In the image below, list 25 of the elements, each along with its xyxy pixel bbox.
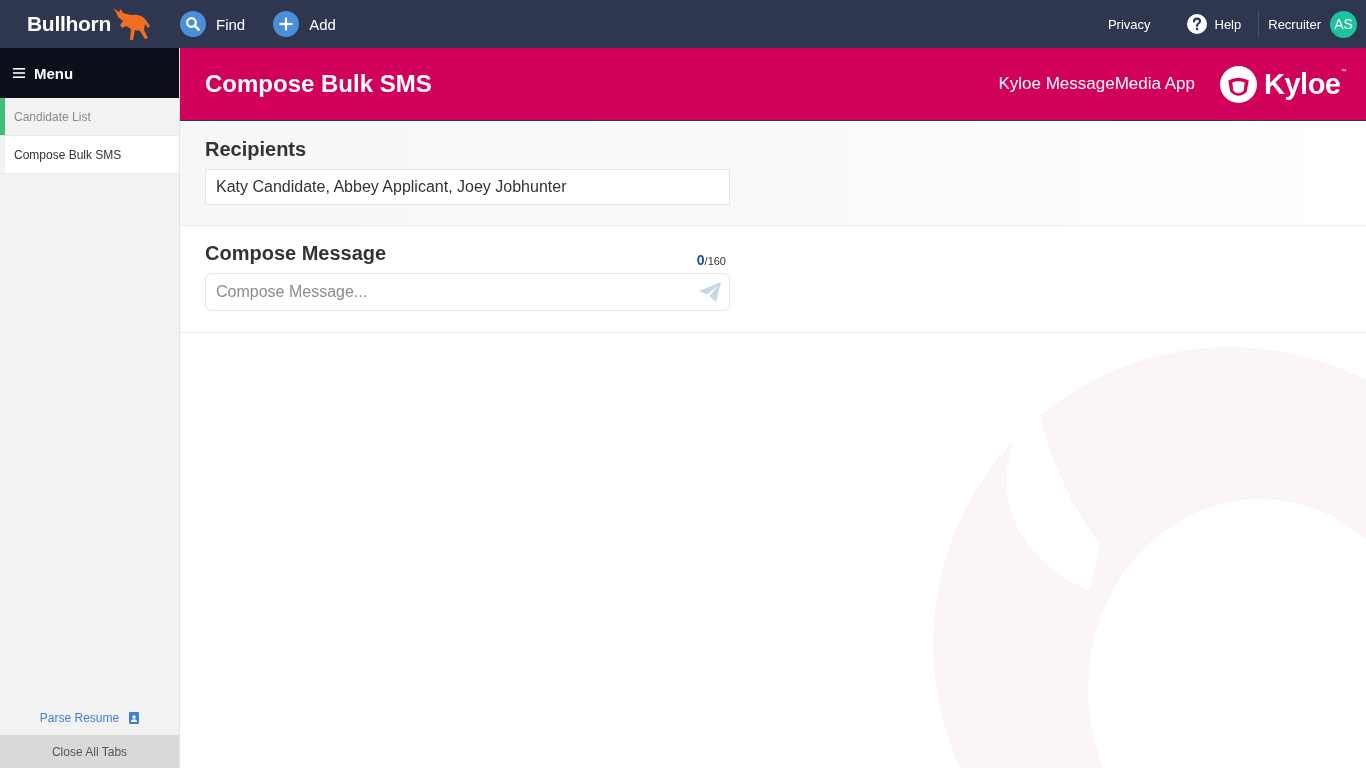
help-icon bbox=[1186, 14, 1207, 34]
close-all-tabs-button[interactable]: Close All Tabs bbox=[0, 735, 179, 768]
search-icon bbox=[180, 11, 206, 37]
section-heading: Compose Message bbox=[205, 241, 387, 265]
user-role-link[interactable]: Recruiter bbox=[1268, 16, 1321, 32]
character-counter: 0/160 bbox=[696, 252, 727, 268]
brand-name: Bullhorn bbox=[27, 12, 111, 36]
recipients-field[interactable]: Katy Candidate, Abbey Applicant, Joey Jobhunter bbox=[205, 169, 730, 205]
section-heading: Recipients bbox=[205, 137, 308, 161]
logo-icon bbox=[1220, 65, 1257, 103]
help-button[interactable]: Help bbox=[1186, 14, 1242, 34]
app-name: Kyloe MessageMedia App bbox=[998, 74, 1195, 94]
find-button[interactable]: Find bbox=[180, 11, 246, 37]
page-title: Compose Bulk SMS bbox=[205, 70, 432, 98]
plus-icon bbox=[273, 11, 300, 37]
sidebar-tab[interactable]: Compose Bulk SMS bbox=[5, 136, 179, 173]
menu-icon bbox=[13, 68, 25, 78]
bull-icon bbox=[111, 5, 152, 41]
message-field[interactable]: Compose Message... bbox=[205, 273, 730, 311]
logo-text: Kyloe$^{™}$ bbox=[1264, 67, 1346, 101]
document-icon[interactable] bbox=[129, 712, 140, 724]
parse-resume-link[interactable]: Parse Resume bbox=[39, 711, 120, 725]
menu-button[interactable]: Menu bbox=[0, 48, 179, 98]
privacy-link[interactable]: Privacy bbox=[1107, 16, 1151, 32]
add-button[interactable]: Add bbox=[273, 11, 336, 37]
